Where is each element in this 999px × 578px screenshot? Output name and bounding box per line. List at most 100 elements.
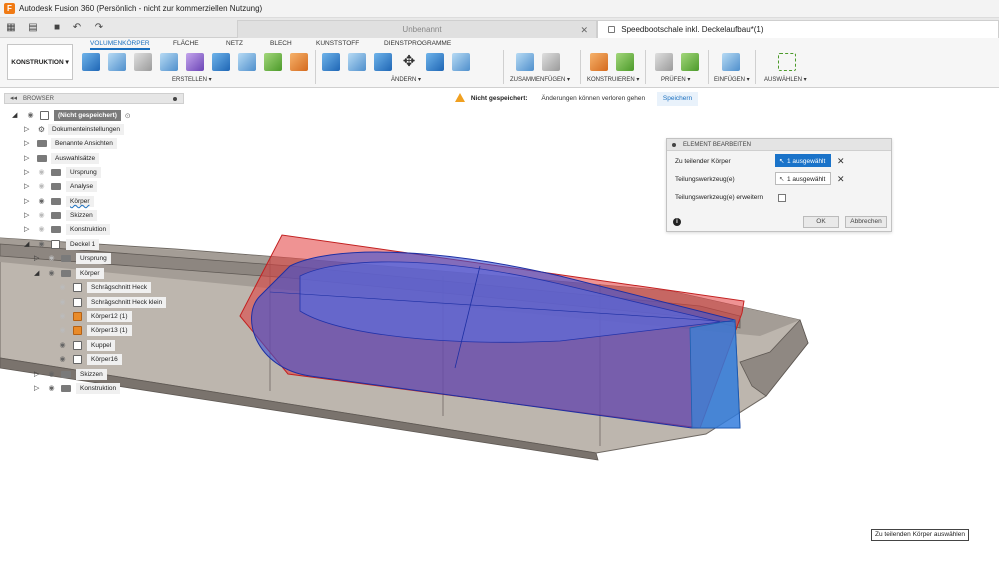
- split-body-icon[interactable]: [452, 53, 470, 71]
- tab-plastic[interactable]: KUNSTSTOFF: [316, 40, 359, 47]
- pattern-icon[interactable]: [290, 53, 308, 71]
- dialog-header[interactable]: ELEMENT BEARBEITEN: [667, 139, 891, 151]
- document-tab-active[interactable]: Speedbootschale inkl. Deckelaufbau*(1): [597, 20, 999, 38]
- tree-item-sketches[interactable]: ▷ ◉ Skizzen: [24, 210, 97, 221]
- splitting-tool-selector[interactable]: ↖ 1 ausgewählt: [775, 172, 831, 185]
- visibility-icon[interactable]: ◉: [47, 254, 56, 263]
- visibility-icon[interactable]: ◉: [58, 341, 67, 350]
- joint-icon[interactable]: [542, 53, 560, 71]
- fillet-icon[interactable]: [348, 53, 366, 71]
- ok-button[interactable]: OK: [803, 216, 839, 228]
- activate-icon[interactable]: ⊙: [125, 113, 131, 120]
- visibility-icon[interactable]: ◉: [58, 298, 67, 307]
- visibility-icon[interactable]: ◉: [58, 283, 67, 292]
- tree-item-component-deckel[interactable]: ◢ ◉ Deckel 1: [24, 239, 100, 250]
- group-select[interactable]: AUSWÄHLEN ▾: [764, 76, 807, 83]
- clear-selection-icon[interactable]: ✕: [837, 174, 845, 185]
- tab-sheet-metal[interactable]: BLECH: [270, 40, 292, 47]
- close-icon[interactable]: ✕: [580, 21, 588, 39]
- group-assemble[interactable]: ZUSAMMENFÜGEN ▾: [510, 76, 570, 83]
- tree-item-body[interactable]: ◉ Kuppel: [58, 340, 116, 351]
- undo-icon[interactable]: ↶: [70, 21, 84, 35]
- expand-icon[interactable]: ▷: [34, 370, 42, 379]
- collapse-icon[interactable]: ◢: [24, 240, 32, 249]
- group-inspect[interactable]: PRÜFEN ▾: [661, 76, 690, 83]
- revolve-icon[interactable]: [212, 53, 230, 71]
- visibility-icon[interactable]: ◉: [26, 111, 35, 120]
- expand-icon[interactable]: ▷: [24, 154, 32, 163]
- offset-plane-icon[interactable]: [590, 53, 608, 71]
- group-modify[interactable]: ÄNDERN ▾: [391, 76, 421, 83]
- expand-icon[interactable]: ▷: [24, 125, 32, 134]
- split-body-selector[interactable]: ↖ 1 ausgewählt: [775, 154, 831, 167]
- visibility-icon[interactable]: ◉: [37, 225, 46, 234]
- tree-item-analysis[interactable]: ▷ ◉ Analyse: [24, 181, 98, 192]
- expand-icon[interactable]: ◢: [12, 111, 20, 120]
- visibility-icon[interactable]: ◉: [47, 269, 56, 278]
- sketch-icon[interactable]: [134, 53, 152, 71]
- tree-item-bodies[interactable]: ▷ ◉ Körper: [24, 196, 94, 207]
- new-component-icon[interactable]: [82, 53, 100, 71]
- visibility-icon[interactable]: ◉: [47, 370, 56, 379]
- tree-item-body[interactable]: ◉ Körper12 (1): [58, 311, 132, 322]
- visibility-icon[interactable]: ◉: [37, 182, 46, 191]
- expand-icon[interactable]: ▷: [34, 254, 42, 263]
- dialog-collapse-icon[interactable]: [672, 143, 676, 147]
- visibility-icon[interactable]: ◉: [37, 240, 46, 249]
- apps-grid-icon[interactable]: ▦: [4, 21, 18, 35]
- extend-tool-checkbox[interactable]: [778, 194, 786, 202]
- tree-item-document-settings[interactable]: ▷ ⚙ Dokumenteinstellungen: [24, 124, 124, 135]
- tree-item-component-bodies[interactable]: ◢ ◉ Körper: [34, 268, 104, 279]
- tab-utilities[interactable]: DIENSTPROGRAMME: [384, 40, 451, 47]
- expand-icon[interactable]: ▷: [24, 225, 32, 234]
- visibility-icon[interactable]: ◉: [37, 211, 46, 220]
- pin-icon[interactable]: [173, 97, 177, 101]
- visibility-icon[interactable]: ◉: [47, 384, 56, 393]
- cancel-button[interactable]: Abbrechen: [845, 216, 887, 228]
- tree-item-body[interactable]: ◉ Körper13 (1): [58, 325, 132, 336]
- visibility-icon[interactable]: ◉: [37, 168, 46, 177]
- tree-root[interactable]: ◢ ◉ (Nicht gespeichert) ⊙: [12, 110, 131, 121]
- collapse-icon[interactable]: ◂◂: [10, 94, 17, 104]
- browser-header[interactable]: ◂◂ BROWSER: [4, 93, 184, 104]
- group-insert[interactable]: EINFÜGEN ▾: [714, 76, 750, 83]
- measure-icon[interactable]: [655, 53, 673, 71]
- extrude-icon[interactable]: [108, 53, 126, 71]
- tab-solid[interactable]: VOLUMENKÖRPER: [90, 40, 150, 50]
- file-menu-icon[interactable]: ▤: [26, 21, 40, 35]
- save-button[interactable]: Speichern: [656, 92, 699, 106]
- visibility-icon[interactable]: ◉: [37, 197, 46, 206]
- expand-icon[interactable]: ▷: [24, 182, 32, 191]
- collapse-icon[interactable]: ◢: [34, 269, 42, 278]
- tree-item-body[interactable]: ◉ Schrägschnitt Heck klein: [58, 297, 167, 308]
- midplane-icon[interactable]: [616, 53, 634, 71]
- inspect-icon[interactable]: [681, 53, 699, 71]
- workspace-switcher[interactable]: KONSTRUKTION ▾: [7, 44, 73, 80]
- clear-selection-icon[interactable]: ✕: [837, 156, 845, 167]
- form-icon[interactable]: [186, 53, 204, 71]
- combine-icon[interactable]: [426, 53, 444, 71]
- hole-icon[interactable]: [160, 53, 178, 71]
- tree-item-body[interactable]: ◉ Schrägschnitt Heck: [58, 282, 151, 293]
- tree-item-origin[interactable]: ▷ ◉ Ursprung: [24, 167, 101, 178]
- expand-icon[interactable]: ▷: [24, 139, 32, 148]
- info-icon[interactable]: i: [673, 218, 681, 226]
- move-icon[interactable]: ✥: [400, 53, 418, 71]
- document-tab-unnamed[interactable]: Unbenannt ✕: [237, 20, 597, 38]
- tree-item-component-sketches[interactable]: ▷ ◉ Skizzen: [34, 369, 107, 380]
- tab-mesh[interactable]: NETZ: [226, 40, 243, 47]
- insert-derive-icon[interactable]: [264, 53, 282, 71]
- insert-image-icon[interactable]: [722, 53, 740, 71]
- new-component-assemble-icon[interactable]: [516, 53, 534, 71]
- expand-icon[interactable]: ▷: [24, 168, 32, 177]
- shell-icon[interactable]: [374, 53, 392, 71]
- group-construct[interactable]: KONSTRUIEREN ▾: [587, 76, 639, 83]
- tree-item-component-construction[interactable]: ▷ ◉ Konstruktion: [34, 383, 121, 394]
- redo-icon[interactable]: ↷: [92, 21, 106, 35]
- tree-item-selection-sets[interactable]: ▷ Auswahlsätze: [24, 153, 100, 164]
- combine-create-icon[interactable]: [238, 53, 256, 71]
- visibility-icon[interactable]: ◉: [58, 312, 67, 321]
- tree-item-body[interactable]: ◉ Körper16: [58, 354, 122, 365]
- expand-icon[interactable]: ▷: [24, 197, 32, 206]
- visibility-icon[interactable]: ◉: [58, 355, 67, 364]
